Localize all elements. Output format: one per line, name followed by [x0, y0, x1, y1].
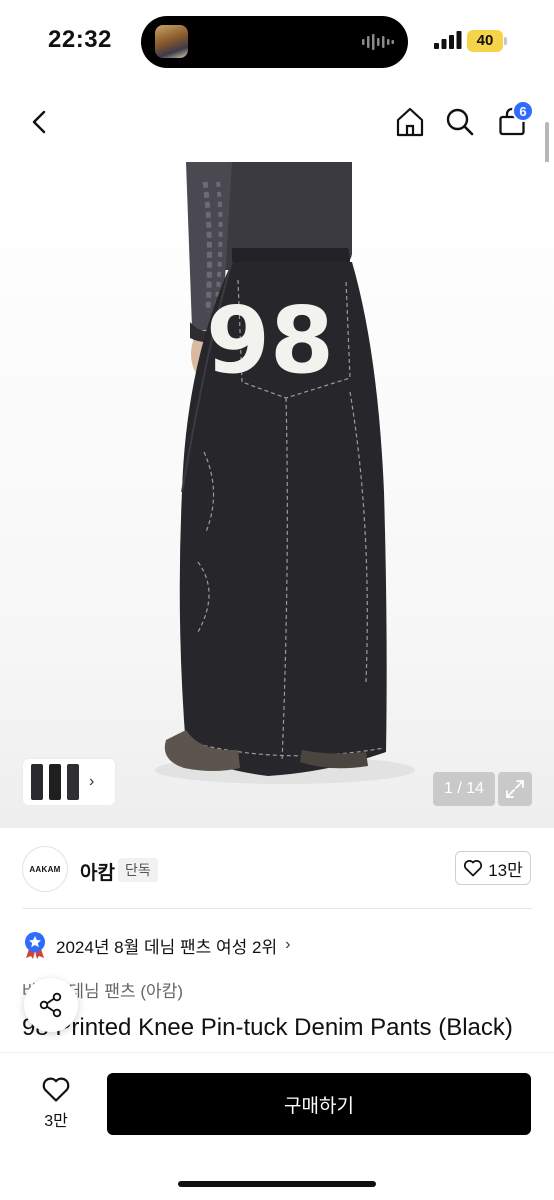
battery-cap	[504, 37, 507, 45]
thumbnail-strip[interactable]: ›	[22, 758, 116, 806]
search-icon	[446, 108, 474, 136]
pants-print-number: 98	[206, 287, 334, 394]
product-like-count: 3만	[44, 1113, 68, 1130]
cart-count-badge: 6	[512, 100, 534, 122]
back-button[interactable]	[20, 102, 60, 142]
product-like-button[interactable]: 3만	[30, 1075, 82, 1135]
home-indicator	[178, 1181, 376, 1187]
status-time: 22:32	[48, 26, 112, 53]
chevron-right-icon: ›	[285, 936, 291, 953]
dynamic-island[interactable]	[141, 16, 408, 68]
bottom-action-bar: 3만 구매하기	[0, 1053, 554, 1200]
product-image-gallery[interactable]: 98 › 1 / 14	[0, 162, 554, 828]
divider	[22, 908, 532, 909]
ranking-text: 2024년 8월 데님 팬츠 여성 2위	[56, 937, 278, 957]
heart-icon	[464, 860, 483, 877]
product-title: 98 Printed Knee Pin-tuck Denim Pants (Bl…	[22, 1014, 513, 1041]
image-counter: 1 / 14	[433, 772, 495, 806]
product-photo: 98	[155, 162, 415, 784]
brand-like-count: 13만	[488, 860, 523, 880]
chevron-right-icon: ›	[89, 773, 95, 790]
chevron-left-icon	[32, 110, 46, 134]
battery-indicator: 40	[467, 30, 503, 52]
search-button[interactable]	[440, 102, 480, 142]
thumbnail-image	[67, 764, 79, 800]
brand-logo[interactable]: AAKAM	[22, 846, 68, 892]
heart-icon	[42, 1077, 70, 1102]
app-header: 6	[0, 84, 554, 160]
now-playing-artwork	[155, 25, 188, 58]
home-icon	[396, 107, 424, 137]
cellular-signal-icon	[434, 31, 462, 49]
home-button[interactable]	[390, 102, 430, 142]
ranking-link[interactable]: 2024년 8월 데님 팬츠 여성 2위 ›	[22, 930, 290, 960]
brand-name[interactable]: 아캄	[80, 858, 115, 885]
fullscreen-button[interactable]	[498, 772, 532, 806]
brand-like-button[interactable]: 13만	[455, 851, 531, 885]
thumbnail-image	[49, 764, 61, 800]
cart-button[interactable]: 6	[492, 100, 534, 142]
brand-row: AAKAM 아캄 단독 13만	[0, 828, 554, 910]
share-button[interactable]	[24, 978, 78, 1032]
expand-icon	[506, 780, 524, 798]
status-bar: 22:32 40	[0, 0, 554, 84]
buy-button[interactable]: 구매하기	[107, 1073, 531, 1135]
ranking-medal-icon	[25, 932, 45, 959]
audio-waveform-icon	[362, 34, 394, 50]
share-icon	[39, 992, 62, 1018]
exclusive-badge: 단독	[118, 858, 158, 882]
thumbnail-image	[31, 764, 43, 800]
